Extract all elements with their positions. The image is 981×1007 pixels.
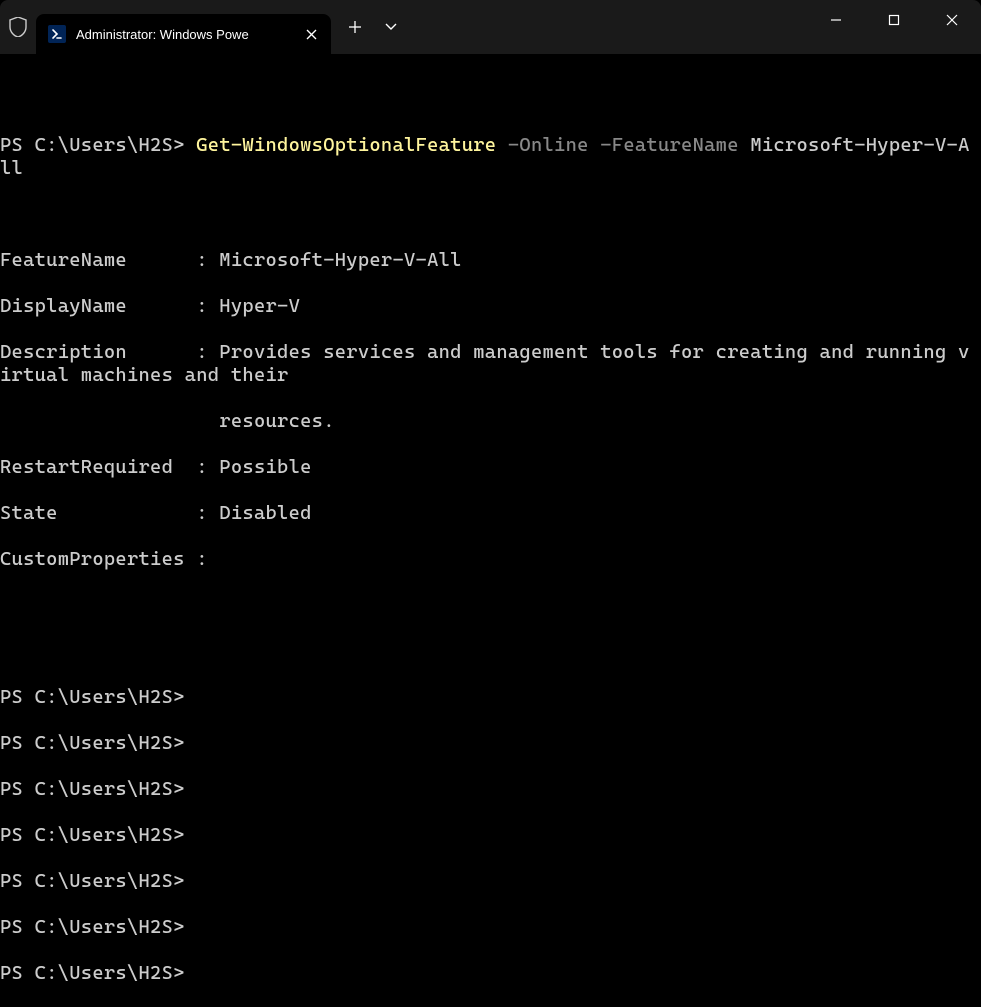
new-tab-button[interactable] <box>337 9 373 45</box>
empty-prompt: PS C:\Users\H2S> <box>0 731 981 754</box>
output-featurename: FeatureName : Microsoft-Hyper-V-All <box>0 248 981 271</box>
tab-dropdown-button[interactable] <box>373 9 409 45</box>
prompt: PS C:\Users\H2S> <box>0 133 185 156</box>
output-state: State : Disabled <box>0 501 981 524</box>
empty-prompt: PS C:\Users\H2S> <box>0 685 981 708</box>
maximize-button[interactable] <box>865 0 923 40</box>
minimize-button[interactable] <box>807 0 865 40</box>
admin-shield-icon <box>0 0 36 54</box>
tab-active[interactable]: Administrator: Windows Powe <box>36 14 331 54</box>
param-featurename: -FeatureName <box>600 133 739 156</box>
output-description-cont: resources. <box>0 409 981 432</box>
output-customprops: CustomProperties : <box>0 547 981 570</box>
close-tab-button[interactable] <box>301 24 321 44</box>
terminal-content: PS C:\Users\H2S> Get-WindowsOptionalFeat… <box>0 77 981 984</box>
tab-title: Administrator: Windows Powe <box>76 27 291 42</box>
cmdlet: Get-WindowsOptionalFeature <box>196 133 496 156</box>
empty-prompt: PS C:\Users\H2S> <box>0 823 981 846</box>
output-description: Description : Provides services and mana… <box>0 340 981 386</box>
titlebar: Administrator: Windows Powe <box>0 0 981 54</box>
param-online: -Online <box>508 133 589 156</box>
window-controls <box>807 0 981 40</box>
empty-prompt: PS C:\Users\H2S> <box>0 869 981 892</box>
empty-prompt: PS C:\Users\H2S> <box>0 961 981 984</box>
output-restart: RestartRequired : Possible <box>0 455 981 478</box>
powershell-icon <box>48 25 66 43</box>
terminal-output[interactable]: PS C:\Users\H2S> Get-WindowsOptionalFeat… <box>0 54 981 1007</box>
close-window-button[interactable] <box>923 0 981 40</box>
output-displayname: DisplayName : Hyper-V <box>0 294 981 317</box>
empty-prompt: PS C:\Users\H2S> <box>0 915 981 938</box>
empty-prompt: PS C:\Users\H2S> <box>0 777 981 800</box>
